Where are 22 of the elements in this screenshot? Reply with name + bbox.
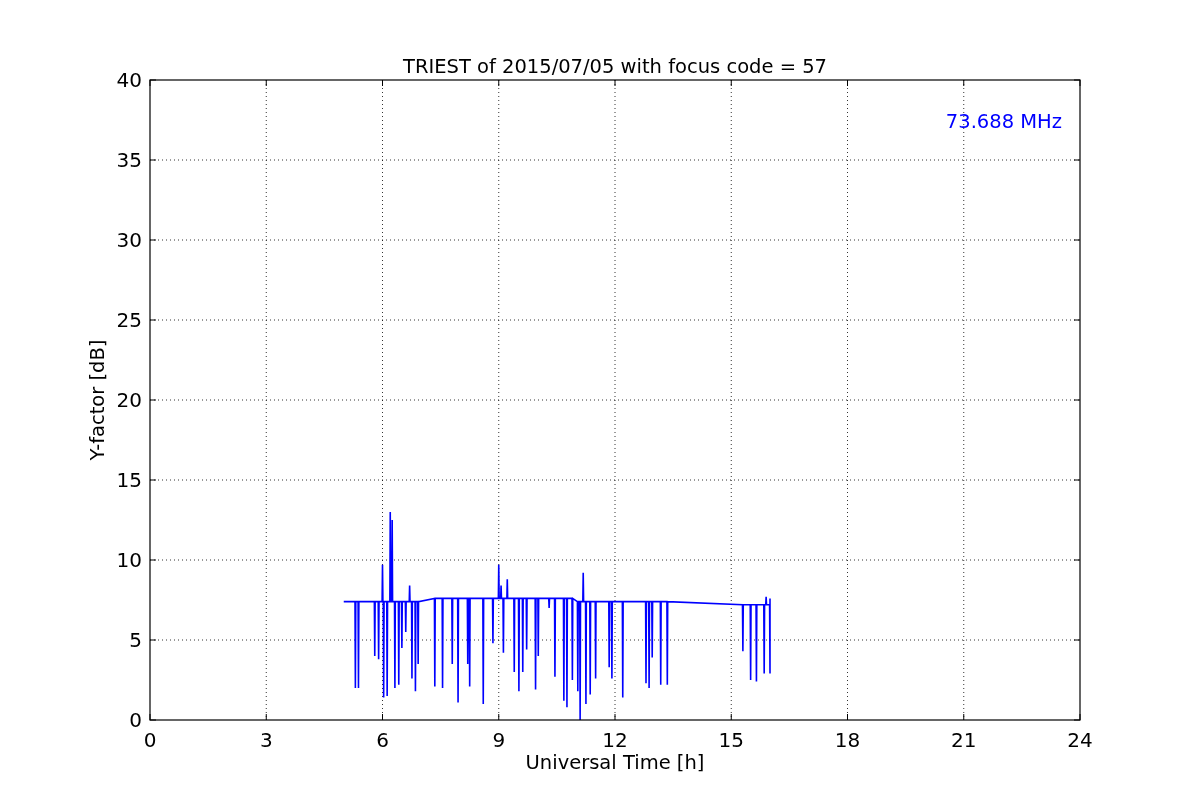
y-tick-label: 40 — [116, 68, 142, 92]
chart-title: TRIEST of 2015/07/05 with focus code = 57 — [403, 55, 827, 78]
y-tick-label: 0 — [129, 708, 142, 732]
x-tick-label: 24 — [1067, 728, 1093, 752]
x-tick-label: 12 — [602, 728, 628, 752]
y-axis-label: Y-factor [dB] — [86, 339, 109, 461]
x-tick-label: 0 — [143, 728, 157, 752]
x-tick-label: 21 — [951, 728, 977, 752]
y-tick-label: 15 — [116, 468, 142, 492]
x-tick-label: 9 — [492, 728, 506, 752]
y-tick-label: 30 — [116, 228, 142, 252]
y-tick-label: 5 — [129, 628, 142, 652]
x-axis-label: Universal Time [h] — [525, 751, 705, 774]
y-tick-label: 20 — [116, 388, 142, 412]
y-tick-label: 35 — [116, 148, 142, 172]
x-tick-label: 18 — [834, 728, 861, 752]
x-tick-label: 15 — [718, 728, 744, 752]
frequency-annotation: 73.688 MHz — [945, 110, 1062, 133]
y-tick-label: 25 — [116, 308, 142, 332]
y-tick-label: 10 — [116, 548, 142, 572]
x-tick-label: 3 — [259, 728, 273, 752]
x-tick-label: 6 — [376, 728, 389, 752]
